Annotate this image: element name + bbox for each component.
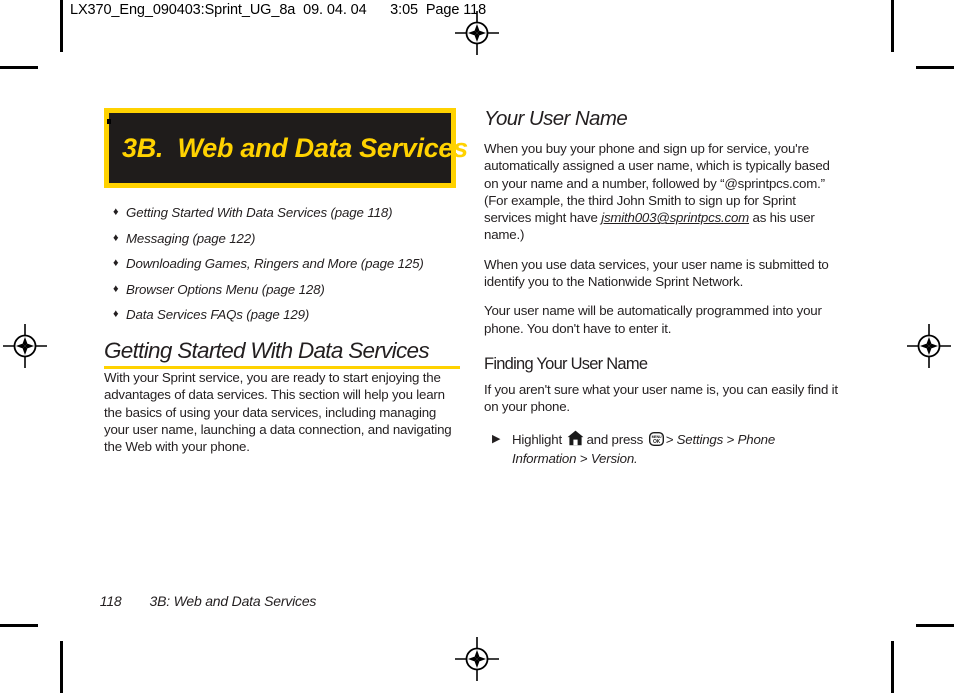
page-footer: 118 3B: Web and Data Services: [85, 577, 317, 625]
diamond-bullet-icon: ♦: [113, 231, 119, 244]
registration-tick: [107, 119, 111, 124]
section-heading: Getting Started With Data Services: [104, 338, 430, 363]
home-key-icon: [567, 430, 584, 451]
list-item[interactable]: ♦ Browser Options Menu (page 128): [104, 281, 460, 298]
crop-mark-top-left-horizontal: [0, 66, 38, 69]
toc-entry-label: Messaging (page 122): [126, 230, 256, 246]
step-text-segment-2: and press: [586, 431, 644, 447]
crop-mark-bottom-left-horizontal: [0, 624, 38, 627]
toc-entry-label: Downloading Games, Ringers and More (pag…: [126, 256, 424, 271]
trim-line-left-bottom: [60, 648, 63, 693]
registration-mark-right: [907, 324, 951, 368]
procedure-step-text: Highlight and press MENU OK > Settings >…: [512, 430, 840, 468]
diamond-bullet-icon: ♦: [113, 282, 119, 295]
trim-line-right-top: [891, 0, 894, 46]
chapter-banner: 3B. Web and Data Services: [104, 108, 468, 188]
footer-chapter-title: 3B: Web and Data Services: [149, 593, 317, 609]
trim-line-right-bottom: [891, 648, 894, 693]
registration-mark-left: [3, 324, 47, 368]
chapter-title: 3B. Web and Data Services: [122, 132, 468, 163]
data-services-paragraph: When you use data services, your user na…: [484, 256, 829, 290]
crop-mark-top-right-horizontal: [916, 66, 954, 69]
user-name-paragraph: When you buy your phone and sign up for …: [484, 140, 840, 244]
list-item[interactable]: ♦ Getting Started With Data Services (pa…: [104, 204, 460, 221]
finding-user-name-paragraph: If you aren't sure what your user name i…: [484, 381, 838, 415]
section-intro-paragraph: With your Sprint service, you are ready …: [104, 370, 452, 455]
triangle-bullet-icon: ▶: [492, 432, 501, 445]
imposition-slug: LX370_Eng_090403:Sprint_UG_8a 09. 04. 04…: [70, 2, 487, 18]
example-email-link[interactable]: jsmith003@sprintpcs.com: [601, 210, 749, 225]
subsection-heading-your-user-name: Your User Name: [484, 107, 628, 130]
menu-ok-key-icon: MENU OK: [648, 431, 664, 451]
toc-entry-label: Data Services FAQs (page 129): [126, 307, 310, 322]
step-text-segment-1: Highlight: [512, 431, 562, 447]
footer-page-number: 118: [99, 593, 122, 609]
chapter-contents-list: ♦ Getting Started With Data Services (pa…: [104, 204, 460, 323]
diamond-bullet-icon: ♦: [113, 206, 119, 218]
list-item[interactable]: ♦ Messaging (page 122): [104, 230, 460, 247]
right-column: Your User Name When you buy your phone a…: [484, 106, 840, 468]
toc-entry-label: Getting Started With Data Services (page…: [126, 205, 393, 220]
list-item[interactable]: ♦ Data Services FAQs (page 129): [104, 306, 460, 323]
registration-mark-bottom: [455, 637, 499, 681]
list-item[interactable]: ♦ Downloading Games, Ringers and More (p…: [104, 255, 460, 272]
section-heading-rule: Getting Started With Data Services: [104, 337, 460, 369]
diamond-bullet-icon: ♦: [113, 257, 119, 269]
crop-mark-bottom-right-horizontal: [916, 624, 954, 627]
diamond-bullet-icon: ♦: [113, 308, 119, 320]
trim-line-left-top: [60, 0, 63, 46]
subheading-finding-your-user-name: Finding Your User Name: [484, 354, 648, 373]
manual-page: LX370_Eng_090403:Sprint_UG_8a 09. 04. 04…: [0, 0, 954, 693]
left-column: 3B. Web and Data Services ♦ Getting Star…: [104, 108, 468, 467]
toc-entry-label: Browser Options Menu (page 128): [126, 281, 325, 297]
svg-text:OK: OK: [653, 439, 661, 445]
procedure-step: ▶ Highlight and press MENU OK > Settings…: [484, 430, 840, 468]
auto-programmed-paragraph: Your user name will be automatically pro…: [484, 303, 822, 336]
